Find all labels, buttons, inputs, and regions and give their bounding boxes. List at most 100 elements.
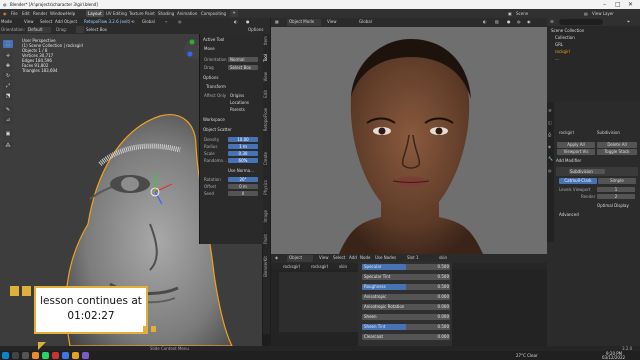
use-normal-checkbox[interactable]: Use Norma... <box>228 168 254 173</box>
menu-object[interactable]: Object <box>64 19 77 24</box>
menu-edit[interactable]: Edit <box>22 11 30 16</box>
menu-add[interactable]: Add <box>349 255 357 260</box>
editor-type-icon[interactable]: ▦ <box>275 19 279 24</box>
clock-date[interactable]: 03/12/2022 <box>602 355 625 360</box>
outliner-item-grl[interactable]: GRL <box>555 42 563 47</box>
measure-tool-icon[interactable]: ⊿ <box>3 116 13 124</box>
slot-dropdown[interactable]: Slot 1 <box>407 255 418 260</box>
tab-view[interactable]: View <box>263 72 270 82</box>
menu-add[interactable]: Add <box>55 19 63 24</box>
menu-view[interactable]: View <box>24 19 34 24</box>
taskbar-app-icon[interactable] <box>62 352 69 359</box>
tab-animation[interactable]: Animation <box>175 10 199 17</box>
offset-field[interactable]: 0 m <box>228 184 258 189</box>
orientation-dropdown[interactable]: Default <box>27 27 51 33</box>
delete-all-button[interactable]: Delete All <box>597 142 637 148</box>
tab-retopoflow[interactable]: RetopoFlow <box>263 108 270 131</box>
mode-selector[interactable]: Mode <box>1 19 12 24</box>
cursor-tool-icon[interactable]: ✛ <box>3 52 13 60</box>
minimize-button[interactable]: – <box>603 2 606 8</box>
catmull-clark-button[interactable]: Catmull-Clark <box>559 178 597 184</box>
scatter-tool-icon[interactable]: ⁂ <box>3 142 13 150</box>
solid-shading-icon[interactable]: ● <box>507 19 511 24</box>
tool-tab-icon[interactable]: ⚒ <box>548 108 552 113</box>
render-levels-field[interactable]: 2 <box>597 194 635 199</box>
tab-create[interactable]: Create <box>263 152 270 165</box>
taskbar-app-icon[interactable] <box>42 352 49 359</box>
origins-checkbox[interactable]: Origins <box>230 93 244 98</box>
options-header[interactable]: Options <box>203 75 218 80</box>
apply-all-button[interactable]: Apply All <box>557 142 595 148</box>
outliner-editor-icon[interactable]: ☰ <box>550 19 554 24</box>
scene-icon[interactable]: ▣ <box>508 11 512 16</box>
orientation-field[interactable]: Normal <box>228 57 258 62</box>
select-tool-icon[interactable]: ⬚ <box>3 40 13 48</box>
tab-paint[interactable]: Paint <box>263 234 270 244</box>
transform-global-selector[interactable]: Global <box>359 19 372 24</box>
render-tab-icon[interactable]: ◱ <box>548 120 552 125</box>
tab-item[interactable]: Item <box>263 36 270 45</box>
modifier-name-field[interactable]: Subdivision <box>569 169 605 174</box>
material-selector[interactable]: skin <box>439 255 447 260</box>
taskbar-app-icon[interactable] <box>52 352 59 359</box>
scale-tool-icon[interactable]: ⤢ <box>3 82 13 90</box>
outliner-item-collection[interactable]: Collection <box>555 35 575 40</box>
blender-menu-icon[interactable]: ◉ <box>3 11 7 16</box>
tab-texture-paint[interactable]: Texture Paint <box>127 10 157 17</box>
add-cube-tool-icon[interactable]: ▣ <box>3 130 13 138</box>
view-layer-selector[interactable]: View Layer <box>592 11 614 16</box>
search-icon[interactable] <box>12 352 19 359</box>
task-view-icon[interactable] <box>22 352 29 359</box>
randomness-field[interactable]: 60% <box>228 158 258 163</box>
xray-icon[interactable]: ▨ <box>495 19 499 24</box>
breadcrumb-material[interactable]: skin <box>339 264 347 269</box>
menu-view[interactable]: View <box>319 255 329 260</box>
tab-shading[interactable]: Shading <box>156 10 176 17</box>
taskbar-app-icon[interactable] <box>32 352 39 359</box>
menu-node[interactable]: Node <box>360 255 370 260</box>
simple-button[interactable]: Simple <box>598 178 636 184</box>
tab-physics[interactable]: Physics <box>263 180 270 195</box>
output-tab-icon[interactable]: ⎙ <box>548 132 551 137</box>
snap-icon[interactable]: ⌁ <box>165 19 167 24</box>
proportional-icon[interactable]: ◎ <box>178 19 182 24</box>
overlays-icon[interactable]: ◐ <box>483 19 487 24</box>
shader-input-row[interactable]: Anisotropic 0.000 <box>358 294 452 300</box>
editor-type-icon[interactable]: ◈ <box>275 255 278 260</box>
view-layer-icon[interactable]: ▤ <box>584 11 588 16</box>
shader-input-row[interactable]: Specular 0.500 <box>358 264 452 270</box>
tab-tool[interactable]: Tool <box>263 54 270 62</box>
menu-window[interactable]: Window <box>50 11 66 16</box>
transform-subheader[interactable]: Transform <box>206 84 226 89</box>
shader-type-dropdown[interactable]: Object <box>287 255 313 262</box>
tab-image[interactable]: Image <box>263 210 270 223</box>
options-dropdown[interactable]: Options <box>248 27 263 32</box>
breadcrumb-object[interactable]: rocksgirl <box>283 264 300 269</box>
radius-field[interactable]: 1 m <box>228 144 258 149</box>
visibility-icon[interactable]: ◐ <box>234 19 238 24</box>
outliner-search-input[interactable] <box>559 19 603 25</box>
toggle-stack-button[interactable]: Toggle Stack <box>597 149 637 155</box>
transform-tool-icon[interactable]: ⬔ <box>3 92 13 100</box>
outliner-scene-collection[interactable]: Scene Collection <box>551 28 584 33</box>
render-preview-viewport[interactable] <box>271 27 547 254</box>
menu-render[interactable]: Render <box>33 11 47 16</box>
density-field[interactable]: 10.00 <box>228 137 258 142</box>
shader-input-row[interactable]: Sheen 0.000 <box>358 314 452 320</box>
shader-input-row[interactable]: Roughness 0.500 <box>358 284 452 290</box>
tab-uv-editing[interactable]: UV Editing <box>104 10 129 17</box>
use-nodes-checkbox[interactable]: Use Nodes <box>375 255 396 260</box>
weather-widget[interactable]: 27°C Clear <box>516 353 538 358</box>
shader-input-row[interactable]: Anisotropic Rotation 0.000 <box>358 304 452 310</box>
drag-dropdown[interactable]: Select Box <box>86 27 107 32</box>
menu-file[interactable]: File <box>11 11 18 16</box>
optimal-display-checkbox[interactable]: Optimal Display <box>597 203 629 208</box>
advanced-section[interactable]: Advanced <box>559 212 579 217</box>
close-button[interactable]: ✕ <box>628 2 633 8</box>
breadcrumb-mesh[interactable]: rocksgirl <box>311 264 328 269</box>
shading-mode-icon[interactable]: ● <box>246 19 250 24</box>
outliner-item-rockgirl[interactable]: rockgirl <box>555 49 570 54</box>
tab-layout[interactable]: Layout <box>86 10 104 17</box>
transform-orientation-selector[interactable]: Global <box>142 19 155 24</box>
material-tab-icon[interactable]: ◍ <box>548 168 552 173</box>
